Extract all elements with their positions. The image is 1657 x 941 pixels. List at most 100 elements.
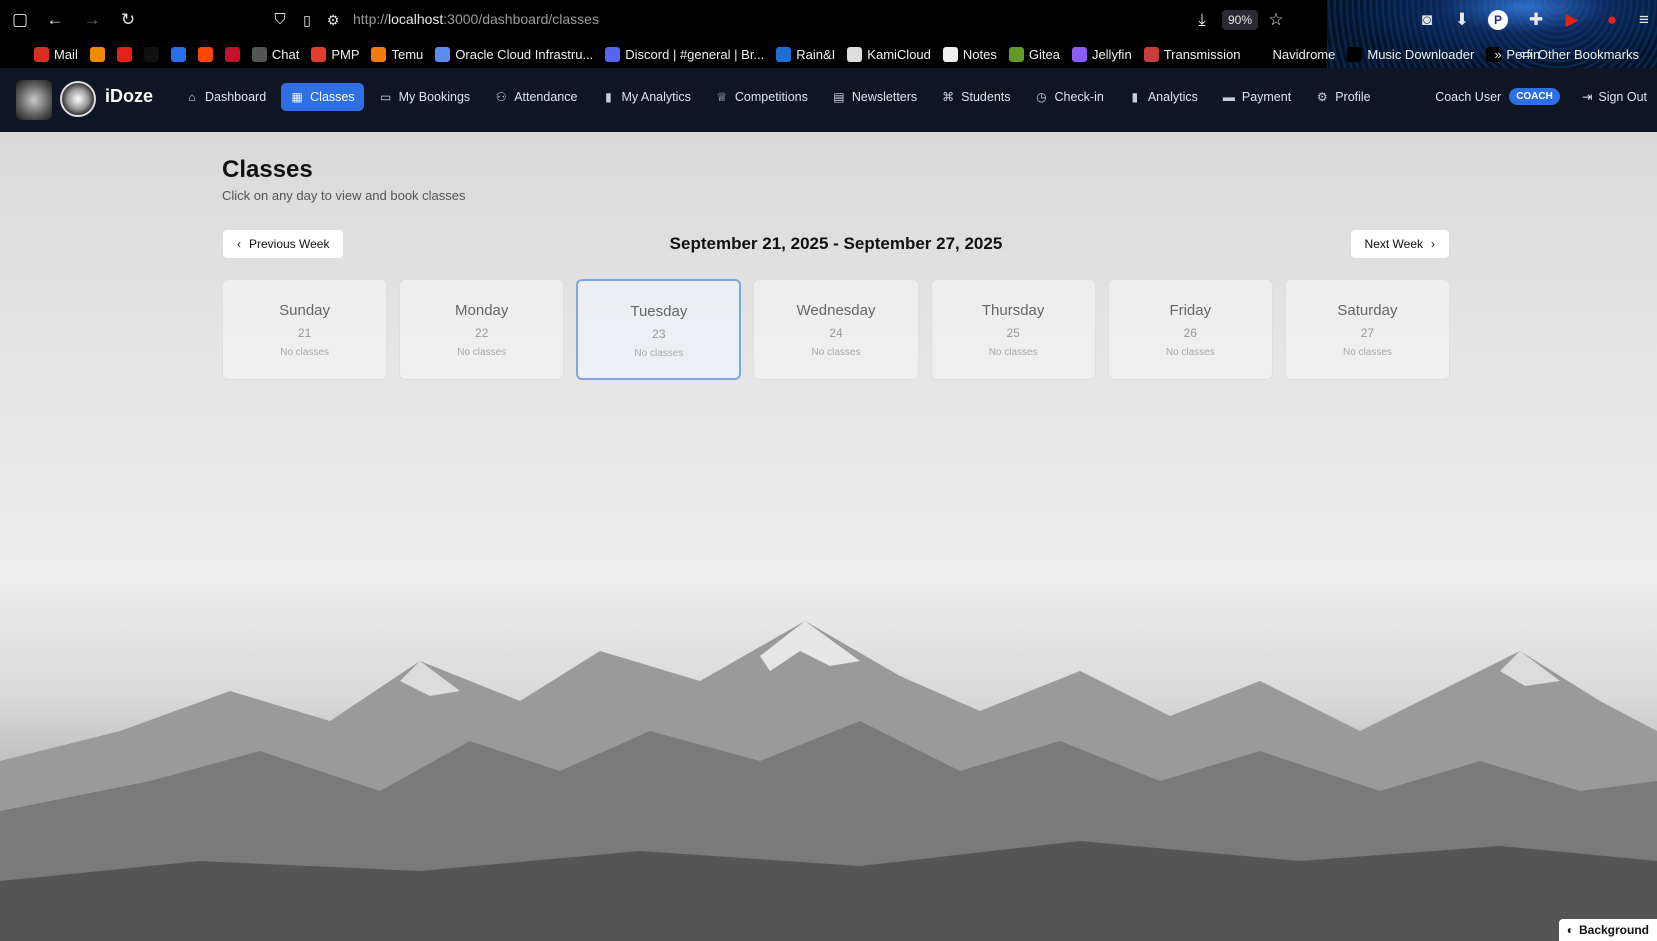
day-status: No classes xyxy=(1165,347,1215,358)
bookmark-13[interactable]: KamiCloud xyxy=(847,46,931,62)
shield-icon[interactable]: ⛉ xyxy=(270,10,290,30)
kamicloud-icon xyxy=(847,46,863,62)
bookmark-19[interactable]: Music Downloader xyxy=(1347,46,1474,62)
day-name: Friday xyxy=(1169,302,1212,319)
bookmark-10[interactable]: Oracle Cloud Infrastru... xyxy=(435,46,593,62)
download-icon[interactable]: ⤓ xyxy=(1192,10,1212,30)
page-title: Classes xyxy=(222,156,313,183)
bookmark-17[interactable]: Transmission xyxy=(1143,46,1241,62)
reddit-icon xyxy=(197,46,213,62)
nav-item-attendance[interactable]: ⚇ Attendance xyxy=(485,83,586,111)
star-icon[interactable]: ☆ xyxy=(1266,10,1286,30)
sign-out-button[interactable]: ⇥ Sign Out xyxy=(1581,89,1647,105)
browser-toolbar: ▢ ← → ↻ ⛉ ▯ ⚙ http://localhost:3000/dash… xyxy=(0,0,1657,40)
day-num: 27 xyxy=(1360,326,1375,340)
background-button[interactable]: ◐ Background xyxy=(1558,919,1657,941)
bookmarks-bar: Mail Chat PMP Temu Oracle Cloud Infrastru...… xyxy=(0,40,1657,68)
notes-icon xyxy=(942,46,958,62)
day-num: 21 xyxy=(297,326,312,340)
bookmark-14[interactable]: Notes xyxy=(942,46,997,62)
bookmark-16[interactable]: Jellyfin xyxy=(1071,46,1132,62)
jellyfin-icon xyxy=(1071,46,1087,62)
zoom-level[interactable]: 90% xyxy=(1222,10,1259,30)
youtube-ext-icon[interactable]: ▶ xyxy=(1562,10,1582,30)
nav-item-my-bookings[interactable]: ▭ My Bookings xyxy=(370,83,480,111)
bar-chart-icon: ▮ xyxy=(605,90,612,104)
week-days: Sunday 21 No classes Monday 22 No classes Tues… xyxy=(222,279,1450,380)
profile-icon[interactable]: P xyxy=(1488,10,1508,30)
next-week-button[interactable]: Next Week › xyxy=(1349,229,1450,259)
calendar-icon: ▦ xyxy=(291,90,303,104)
chevron-left-icon: ‹ xyxy=(237,237,241,251)
nav-menu: ⌂ Dashboard ▦ Classes ▭ My Bookings ⚇ Attendanc… xyxy=(176,83,1380,111)
classes-page: Classes Click on any day to view and boo… xyxy=(222,156,1450,380)
bookmark-2[interactable] xyxy=(116,46,132,62)
clock-icon: ◷ xyxy=(1036,90,1047,104)
sidebar-toggle-icon[interactable]: ▢ xyxy=(10,10,30,30)
app-navbar: iDoze ⌂ Dashboard ▦ Classes ▭ My Bookings ⚇ Att… xyxy=(0,68,1657,132)
book-icon: ▭ xyxy=(379,90,392,104)
reload-icon[interactable]: ↻ xyxy=(118,10,138,30)
temu-icon xyxy=(371,46,387,62)
forward-icon[interactable]: → xyxy=(82,10,102,30)
day-name: Monday xyxy=(455,302,509,319)
day-name: Wednesday xyxy=(796,302,876,319)
page-subtitle: Click on any day to view and book classe… xyxy=(222,188,466,203)
nav-item-competitions[interactable]: ♕ Competitions xyxy=(706,83,817,111)
bookmark-5[interactable] xyxy=(197,46,213,62)
nav-item-newsletters[interactable]: ▤ Newsletters xyxy=(823,83,926,111)
bookmark-8[interactable]: PMP xyxy=(311,46,359,62)
previous-week-button[interactable]: ‹ Previous Week xyxy=(222,229,345,259)
day-card-monday[interactable]: Monday 22 No classes xyxy=(399,279,565,380)
role-badge: COACH xyxy=(1509,88,1560,105)
day-status: No classes xyxy=(457,347,507,358)
nav-item-my-analytics[interactable]: ▮ My Analytics xyxy=(592,83,699,111)
back-icon[interactable]: ← xyxy=(45,10,65,30)
nav-item-profile[interactable]: ⚙ Profile xyxy=(1306,83,1379,111)
permissions-icon[interactable]: ⚙ xyxy=(323,10,343,30)
day-card-friday[interactable]: Friday 26 No classes xyxy=(1107,279,1273,380)
brand-name[interactable]: iDoze xyxy=(105,86,153,107)
other-bookmarks[interactable]: » ▭ Other Bookmarks xyxy=(1494,46,1639,62)
url-text[interactable]: http://localhost:3000/dashboard/classes xyxy=(353,11,599,27)
nav-item-payment[interactable]: ▬ Payment xyxy=(1213,83,1300,111)
day-num: 26 xyxy=(1183,326,1197,340)
user-check-icon: ⚇ xyxy=(495,90,507,104)
bookmark-11[interactable]: Discord | #general | Br... xyxy=(605,46,764,62)
bookmark-9[interactable]: Temu xyxy=(371,46,423,62)
chat-icon xyxy=(251,46,267,62)
day-card-wednesday[interactable]: Wednesday 24 No classes xyxy=(753,279,919,380)
log-out-icon: ⇥ xyxy=(1581,90,1593,104)
day-card-tuesday[interactable]: Tuesday 23 No classes xyxy=(576,279,742,380)
day-card-saturday[interactable]: Saturday 27 No classes xyxy=(1284,279,1450,380)
url-bar[interactable]: ⛉ ▯ ⚙ http://localhost:3000/dashboard/cl… xyxy=(270,8,1170,32)
page-icon[interactable]: ▯ xyxy=(297,10,317,30)
menu-icon[interactable]: ≡ xyxy=(1634,10,1654,30)
nav-item-check-in[interactable]: ◷ Check-in xyxy=(1026,83,1113,111)
record-icon[interactable]: ● xyxy=(1602,10,1622,30)
bookmark-1[interactable] xyxy=(89,46,105,62)
bookmark-6[interactable] xyxy=(224,46,240,62)
club-logo[interactable] xyxy=(60,81,96,117)
nav-item-dashboard[interactable]: ⌂ Dashboard xyxy=(176,83,275,111)
bookmark-18[interactable]: Navidrome xyxy=(1252,46,1335,62)
trophy-icon: ♕ xyxy=(716,90,728,104)
bookmark-0[interactable]: Mail xyxy=(34,46,78,62)
day-card-thursday[interactable]: Thursday 25 No classes xyxy=(930,279,1096,380)
detroit-logo[interactable] xyxy=(16,80,52,120)
chevrons-icon[interactable]: » xyxy=(1494,47,1501,62)
bookmark-12[interactable]: Rain&I xyxy=(776,46,835,62)
bookmark-4[interactable] xyxy=(170,46,186,62)
bookmark-15[interactable]: Gitea xyxy=(1008,46,1060,62)
nav-item-classes[interactable]: ▦ Classes xyxy=(281,83,364,111)
nav-item-analytics[interactable]: ▮ Analytics xyxy=(1119,83,1207,111)
extension-icon[interactable]: ⬇ xyxy=(1452,10,1472,30)
bookmark-3[interactable] xyxy=(143,46,159,62)
nav-item-students[interactable]: ⌘ Students xyxy=(932,83,1019,111)
cloud-icon xyxy=(435,46,451,62)
day-card-sunday[interactable]: Sunday 21 No classes xyxy=(222,279,388,380)
day-status: No classes xyxy=(1342,347,1392,358)
camera-icon[interactable]: ◙ xyxy=(1417,10,1437,30)
puzzle-icon[interactable]: ✚ xyxy=(1526,10,1546,30)
bookmark-7[interactable]: Chat xyxy=(251,46,299,62)
